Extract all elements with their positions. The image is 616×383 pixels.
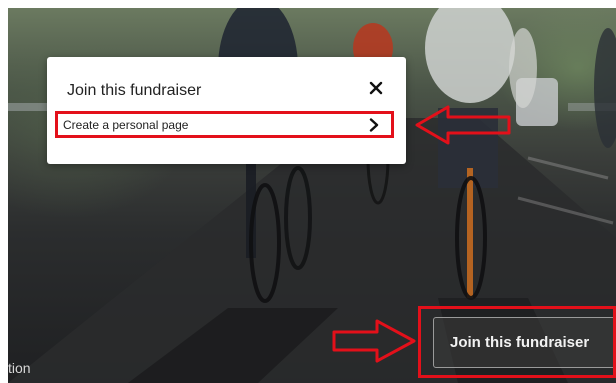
modal-title: Join this fundraiser <box>67 82 202 99</box>
partial-footer-text: tion <box>8 360 31 376</box>
chevron-right-icon <box>369 118 379 132</box>
create-personal-page-option[interactable]: Create a personal page <box>59 114 391 136</box>
option-label: Create a personal page <box>63 118 189 132</box>
close-icon <box>369 81 383 95</box>
screenshot-frame: tion Join this fundraiser Create a perso… <box>0 0 616 383</box>
join-fundraiser-button[interactable]: Join this fundraiser <box>433 317 616 368</box>
join-fundraiser-modal: Join this fundraiser Create a personal p… <box>47 57 406 164</box>
close-button[interactable] <box>365 77 387 99</box>
